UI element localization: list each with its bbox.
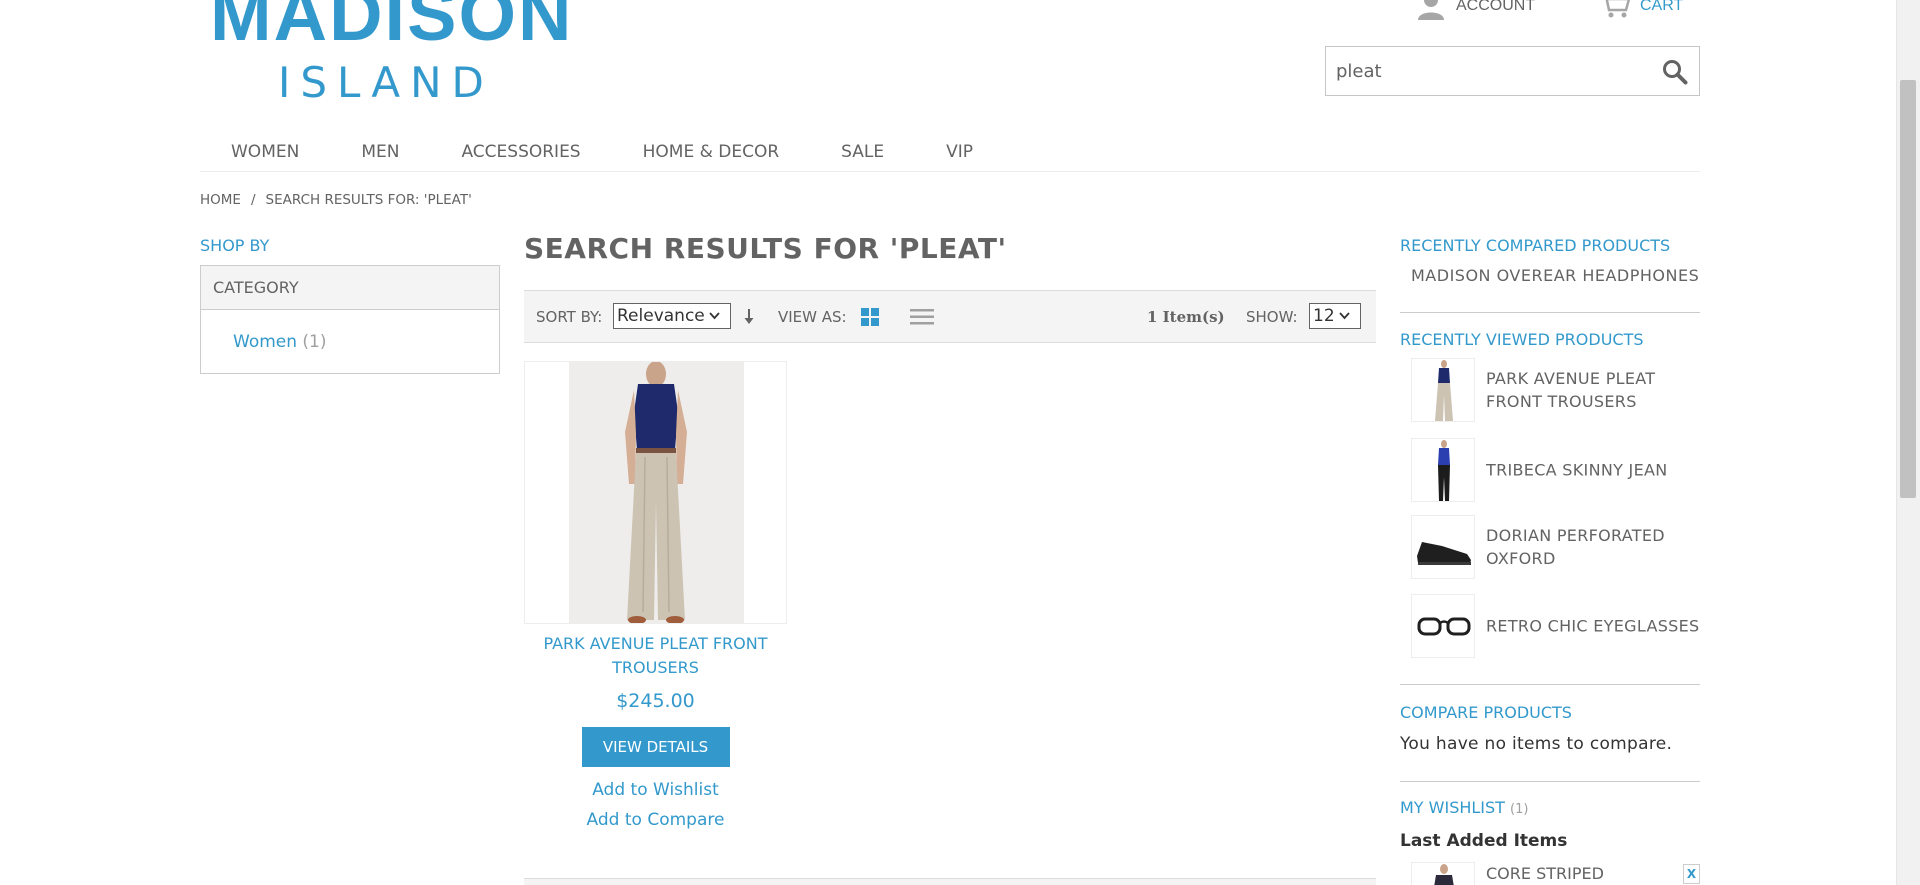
main-navigation: WOMEN MEN ACCESSORIES HOME & DECOR SALE …: [200, 138, 1700, 172]
category-filter-women[interactable]: Women (1): [233, 332, 327, 352]
breadcrumb: HOME / SEARCH RESULTS FOR: 'PLEAT': [200, 192, 472, 208]
scrollbar-thumb[interactable]: [1900, 80, 1916, 498]
product-card: PARK AVENUE PLEAT FRONT TROUSERS $245.00…: [524, 361, 787, 835]
wishlist-remove-button[interactable]: X: [1683, 864, 1700, 884]
search-form: [1325, 46, 1700, 96]
sort-by-select[interactable]: Relevance: [613, 303, 731, 329]
site-logo[interactable]: MADISON ISLAND: [210, 0, 571, 108]
compare-empty-message: You have no items to compare.: [1400, 734, 1673, 754]
wishlist-title-label: MY WISHLIST: [1400, 798, 1505, 817]
product-photo: [569, 362, 744, 623]
sort-by-label: SORT BY:: [536, 308, 603, 326]
cart-link[interactable]: CART: [1600, 0, 1683, 20]
compare-products-title: COMPARE PRODUCTS: [1400, 703, 1572, 722]
category-filter-count: (1): [302, 332, 327, 352]
search-icon: [1663, 60, 1688, 85]
breadcrumb-current: SEARCH RESULTS FOR: 'PLEAT': [265, 192, 472, 208]
page-title: SEARCH RESULTS FOR 'PLEAT': [524, 232, 1007, 265]
category-filter-title: CATEGORY: [201, 266, 499, 310]
chevron-down-icon: [1338, 312, 1350, 320]
recently-compared-title: RECENTLY COMPARED PRODUCTS: [1400, 236, 1671, 255]
logo-sub-text: ISLAND: [278, 58, 494, 107]
wishlist-item-thumb[interactable]: [1411, 862, 1475, 885]
eyeglasses-thumb: [1417, 617, 1471, 636]
sort-direction-icon[interactable]: [743, 307, 755, 327]
search-input[interactable]: [1326, 47, 1646, 95]
breadcrumb-separator: /: [250, 192, 256, 208]
recently-viewed-title: RECENTLY VIEWED PRODUCTS: [1400, 330, 1644, 349]
chevron-down-icon: [709, 312, 720, 320]
oxford-shoe-thumb: [1417, 542, 1471, 565]
wishlist-item-name[interactable]: CORE STRIPED: [1486, 864, 1604, 883]
recently-viewed-name[interactable]: TRIBECA SKINNY JEAN: [1486, 459, 1700, 482]
nav-men[interactable]: MEN: [330, 138, 430, 171]
view-details-button[interactable]: VIEW DETAILS: [581, 727, 730, 767]
nav-women[interactable]: WOMEN: [200, 138, 330, 171]
bottom-toolbar: [524, 878, 1376, 885]
recently-viewed-item[interactable]: PARK AVENUE PLEAT FRONT TROUSERS: [1411, 358, 1700, 422]
divider: [1400, 781, 1700, 782]
breadcrumb-home[interactable]: HOME: [200, 192, 241, 208]
jean-thumb: [1438, 440, 1450, 501]
account-link[interactable]: ACCOUNT: [1416, 0, 1535, 20]
product-price: $245.00: [616, 690, 695, 712]
page-scrollbar[interactable]: [1896, 0, 1920, 885]
item-count: 1 Item(s): [1147, 308, 1225, 326]
product-image[interactable]: [524, 361, 787, 624]
category-filter: CATEGORY Women (1): [200, 265, 500, 374]
divider: [1400, 312, 1700, 313]
add-to-wishlist-link[interactable]: Add to Wishlist: [524, 775, 787, 805]
recently-viewed-thumb[interactable]: [1411, 438, 1475, 502]
show-label: SHOW:: [1246, 308, 1298, 326]
recently-viewed-name[interactable]: RETRO CHIC EYEGLASSES: [1486, 615, 1700, 638]
recently-viewed-thumb[interactable]: [1411, 515, 1475, 579]
last-added-title: Last Added Items: [1400, 831, 1568, 851]
recently-viewed-name[interactable]: DORIAN PERFORATED OXFORD: [1486, 524, 1700, 570]
product-name[interactable]: PARK AVENUE PLEAT FRONT TROUSERS: [524, 632, 787, 680]
wishlist-count: (1): [1510, 802, 1529, 817]
shop-by-title: SHOP BY: [200, 236, 270, 255]
nav-vip[interactable]: VIP: [915, 138, 1004, 171]
nav-accessories[interactable]: ACCESSORIES: [430, 138, 611, 171]
recently-viewed-item[interactable]: RETRO CHIC EYEGLASSES: [1411, 594, 1700, 658]
divider: [1400, 684, 1700, 685]
cart-label: CART: [1640, 0, 1684, 14]
trousers-thumb: [1435, 360, 1453, 421]
show-select[interactable]: 12: [1309, 303, 1361, 329]
account-label: ACCOUNT: [1456, 0, 1536, 14]
striped-top-thumb: [1434, 864, 1454, 885]
recently-viewed-name[interactable]: PARK AVENUE PLEAT FRONT TROUSERS: [1486, 367, 1700, 413]
recently-viewed-item[interactable]: DORIAN PERFORATED OXFORD: [1411, 515, 1700, 579]
recently-viewed-item[interactable]: TRIBECA SKINNY JEAN: [1411, 438, 1700, 502]
grid-view-icon[interactable]: [861, 308, 879, 326]
nav-sale[interactable]: SALE: [810, 138, 915, 171]
recently-compared-item[interactable]: MADISON OVEREAR HEADPHONES: [1411, 266, 1699, 285]
view-as-label: VIEW AS:: [778, 308, 847, 326]
recently-viewed-thumb[interactable]: [1411, 594, 1475, 658]
nav-home-decor[interactable]: HOME & DECOR: [612, 138, 811, 171]
add-to-compare-link[interactable]: Add to Compare: [524, 805, 787, 835]
wishlist-title[interactable]: MY WISHLIST (1): [1400, 798, 1528, 817]
recently-viewed-thumb[interactable]: [1411, 358, 1475, 422]
cart-icon: [1605, 0, 1630, 18]
product-toolbar: SORT BY: Relevance VIEW AS: 1 Item(s) SH…: [524, 290, 1376, 343]
show-value: 12: [1313, 306, 1335, 326]
account-icon: [1418, 0, 1444, 20]
logo-main-text: MADISON: [210, 0, 574, 56]
search-button[interactable]: [1659, 56, 1691, 88]
list-view-icon[interactable]: [910, 308, 934, 326]
sort-by-value: Relevance: [617, 306, 705, 326]
category-filter-label: Women: [233, 332, 298, 352]
